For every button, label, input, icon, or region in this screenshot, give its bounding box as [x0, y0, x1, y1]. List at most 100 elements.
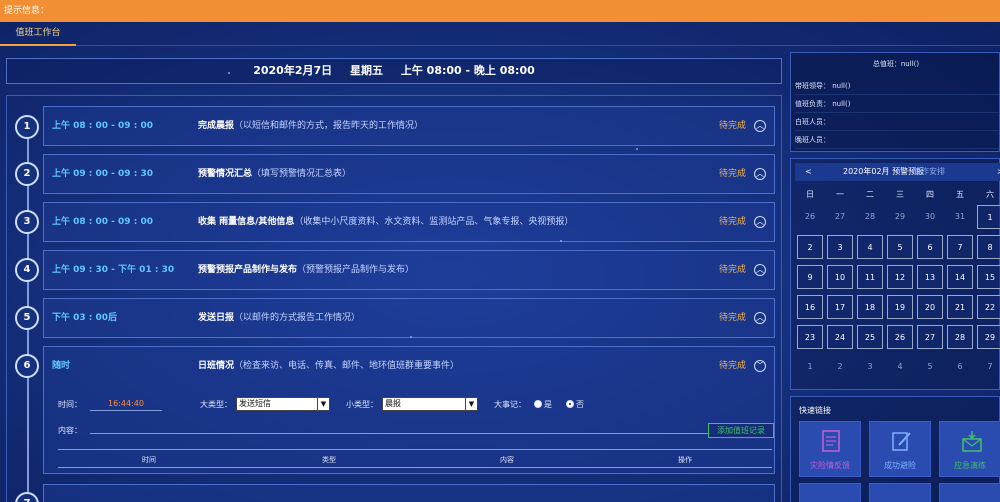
prev-month-button[interactable]: <	[805, 163, 812, 181]
task-name: 日班情况	[198, 361, 235, 371]
add-duty-record-button[interactable]: 添加值班记录	[708, 423, 774, 438]
task-row[interactable]: 上午 09 : 00 - 09 : 30 预警情况汇总（填写预警情况汇总表） 待…	[43, 154, 775, 194]
calendar-day[interactable]: 11	[857, 265, 883, 289]
small-type-value: 晨报	[385, 399, 401, 408]
calendar-day[interactable]: 5	[917, 355, 943, 379]
quick-link-tile[interactable]	[939, 483, 1000, 502]
calendar-day[interactable]: 28	[857, 205, 883, 229]
calendar-day[interactable]: 14	[947, 265, 973, 289]
tab-duty-workbench[interactable]: 值班工作台	[0, 22, 76, 46]
calendar-day[interactable]: 22	[977, 295, 1000, 319]
calendar-day[interactable]: 10	[827, 265, 853, 289]
calendar-day[interactable]: 6	[917, 235, 943, 259]
task-status: 待完成	[718, 361, 746, 371]
calendar-day[interactable]: 15	[977, 265, 1000, 289]
calendar-day[interactable]: 4	[857, 235, 883, 259]
chevron-up-icon[interactable]: ︿	[754, 216, 766, 228]
step-number: 5	[15, 306, 39, 330]
calendar-day[interactable]: 24	[827, 325, 853, 349]
big-type-select[interactable]: 发送短信 ▼	[236, 397, 330, 411]
decor-star	[636, 148, 638, 150]
calendar-day[interactable]: 26	[887, 325, 913, 349]
quick-link-label: 成功避险	[884, 461, 916, 470]
calendar-day[interactable]: 29	[887, 205, 913, 229]
calendar-day[interactable]: 9	[797, 265, 823, 289]
calendar-day[interactable]: 7	[947, 235, 973, 259]
task-name: 预警情况汇总	[198, 169, 253, 179]
task-desc: （以邮件的方式报告工作情况）	[234, 313, 361, 323]
decor-star	[560, 240, 562, 242]
calendar-day[interactable]: 29	[977, 325, 1000, 349]
quick-link-tile[interactable]	[869, 483, 931, 502]
calendar-day[interactable]: 23	[797, 325, 823, 349]
calendar-day[interactable]: 4	[887, 355, 913, 379]
calendar-day[interactable]: 17	[827, 295, 853, 319]
table-header-type: 类型	[322, 456, 336, 464]
calendar-day[interactable]: 2	[827, 355, 853, 379]
quick-links-panel: 快速链接 灾险情反馈 成功避险 应急演练	[790, 396, 1000, 502]
disaster-feedback-link[interactable]: 灾险情反馈	[799, 421, 861, 477]
content-input[interactable]	[90, 433, 710, 434]
chevron-down-icon: ▼	[317, 398, 329, 410]
task-timeline: 1 上午 08 : 00 - 09 : 00 完成晨报（以短信和邮件的方式，报告…	[6, 95, 782, 502]
chevron-up-icon[interactable]: ︿	[754, 168, 766, 180]
emergency-drill-link[interactable]: 应急演练	[939, 421, 1000, 477]
task-time: 上午 08 : 00 - 09 : 00	[52, 217, 153, 227]
successful-avoidance-link[interactable]: 成功避险	[869, 421, 931, 477]
step-number: 1	[15, 115, 39, 139]
calendar-day[interactable]: 12	[887, 265, 913, 289]
calendar-day[interactable]: 3	[827, 235, 853, 259]
time-field[interactable]: 16:44:40	[90, 397, 162, 411]
calendar-day[interactable]: 1	[797, 355, 823, 379]
calendar-day[interactable]: 21	[947, 295, 973, 319]
calendar-day[interactable]: 30	[917, 205, 943, 229]
calendar-day[interactable]: 16	[797, 295, 823, 319]
chevron-down-icon[interactable]: ﹀	[754, 360, 766, 372]
date-banner: 2020年2月7日 星期五 上午 08:00 - 晚上 08:00	[6, 58, 782, 84]
weekday-header: 四	[926, 190, 934, 199]
calendar-day[interactable]: 5	[887, 235, 913, 259]
task-name: 发送日报	[198, 313, 235, 323]
task-row[interactable]: 上午 09 : 30 - 下午 01 : 30 预警预报产品制作与发布（预警预报…	[43, 250, 775, 290]
calendar-day[interactable]: 27	[827, 205, 853, 229]
task-row[interactable]: 上午 08 : 00 - 09 : 00 完成晨报（以短信和邮件的方式，报告昨天…	[43, 106, 775, 146]
quick-link-label: 应急演练	[954, 461, 986, 470]
quick-link-tile[interactable]	[799, 483, 861, 502]
small-type-select[interactable]: 晨报 ▼	[382, 397, 478, 411]
calendar-day[interactable]: 25	[857, 325, 883, 349]
document-icon	[822, 430, 840, 452]
calendar-day[interactable]: 18	[857, 295, 883, 319]
calendar-day[interactable]: 28	[947, 325, 973, 349]
task-status: 待完成	[718, 121, 746, 131]
chevron-up-icon[interactable]: ︿	[754, 312, 766, 324]
calendar-title: 2020年02月 预警预报	[843, 167, 925, 176]
task-row[interactable]: 上午 08 : 00 - 09 : 00 收集 雨量信息/其他信息（收集中小尺度…	[43, 202, 775, 242]
task-name: 完成晨报	[198, 121, 235, 131]
calendar-day[interactable]: 26	[797, 205, 823, 229]
major-yes-radio[interactable]	[534, 400, 542, 408]
tab-bar: 值班工作台	[0, 22, 1000, 46]
task-status: 待完成	[718, 169, 746, 179]
calendar-day[interactable]: 13	[917, 265, 943, 289]
task-row[interactable]: 下午 03 : 00后 发送日报（以邮件的方式报告工作情况） 待完成 ︿	[43, 298, 775, 338]
calendar-day[interactable]: 6	[947, 355, 973, 379]
calendar-day[interactable]: 27	[917, 325, 943, 349]
task-desc: （预警预报产品制作与发布）	[297, 265, 415, 275]
task-row[interactable]	[43, 484, 775, 502]
calendar-day[interactable]: 3	[857, 355, 883, 379]
calendar-day[interactable]: 20	[917, 295, 943, 319]
calendar-day[interactable]: 31	[947, 205, 973, 229]
chevron-up-icon[interactable]: ︿	[754, 120, 766, 132]
date-text: 2020年2月7日	[253, 64, 333, 77]
calendar-day[interactable]: 7	[977, 355, 1000, 379]
calendar-day[interactable]: 19	[887, 295, 913, 319]
task-time: 随时	[52, 361, 71, 371]
calendar-day[interactable]: 8	[977, 235, 1000, 259]
chevron-up-icon[interactable]: ︿	[754, 264, 766, 276]
table-header-action: 操作	[678, 456, 692, 464]
work-schedule-tab[interactable]: 工作安排	[913, 163, 945, 181]
task-row-expanded: 随时 日班情况（检查来访、电话、传真、邮件、地环值班群重要事件） 待完成 ﹀ 时…	[43, 346, 775, 474]
calendar-day[interactable]: 2	[797, 235, 823, 259]
major-no-radio[interactable]	[566, 400, 574, 408]
calendar-day[interactable]: 1	[977, 205, 1000, 229]
